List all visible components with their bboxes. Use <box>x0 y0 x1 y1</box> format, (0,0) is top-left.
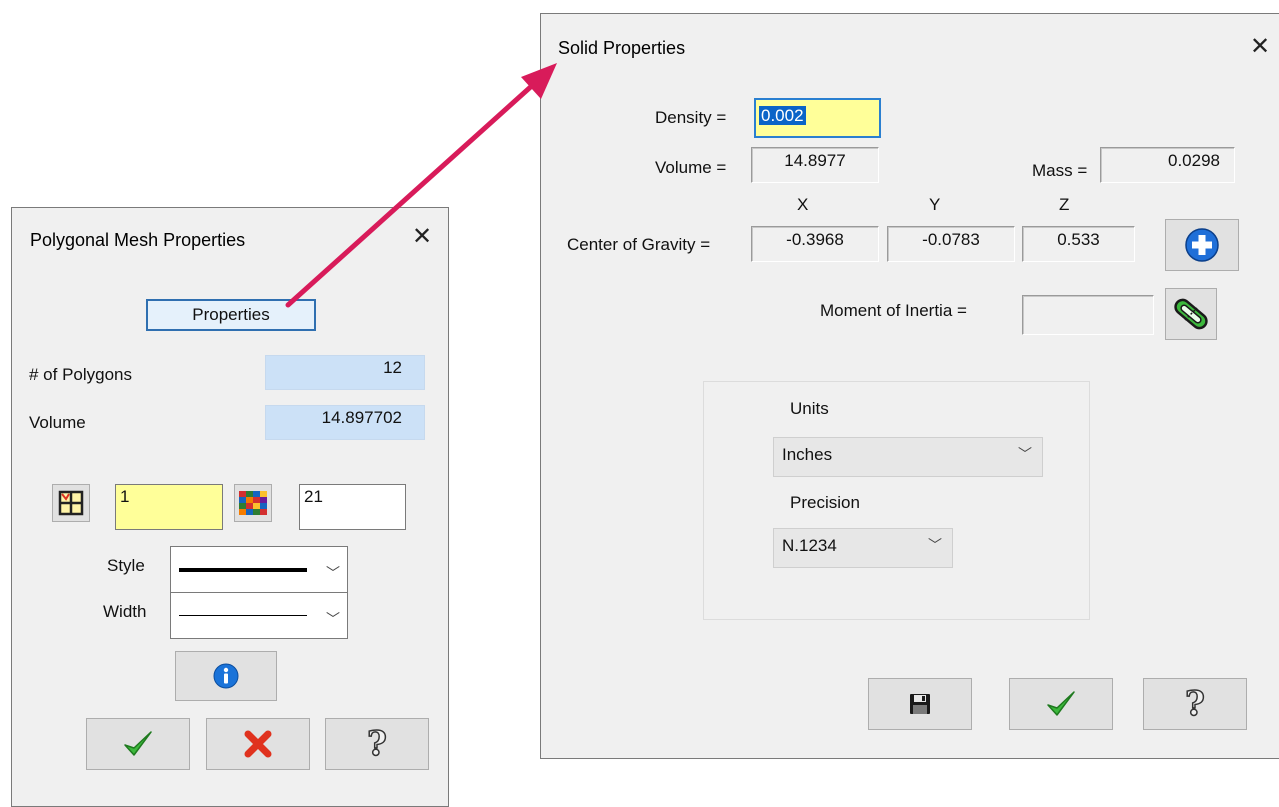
help-button[interactable]: ? <box>1143 678 1247 730</box>
dialog-title: Solid Properties <box>558 38 686 58</box>
info-button[interactable] <box>175 651 277 701</box>
density-value: 0.002 <box>759 106 806 125</box>
add-button[interactable] <box>1165 219 1239 271</box>
properties-button[interactable]: Properties <box>146 299 316 331</box>
units-label: Units <box>790 399 829 418</box>
width-select[interactable]: ﹀ <box>170 592 348 639</box>
cancel-button[interactable] <box>206 718 310 770</box>
red-x-icon <box>244 730 272 758</box>
solid-properties-dialog: Solid Properties ✕ Density = 0.002 Volum… <box>540 13 1279 759</box>
units-select-value: Inches <box>782 445 833 464</box>
moment-of-inertia-label: Moment of Inertia = <box>820 301 967 320</box>
thick-line-preview <box>179 568 307 572</box>
green-checkmark-icon <box>124 731 152 756</box>
properties-button-label: Properties <box>192 305 270 324</box>
precision-label: Precision <box>790 493 860 512</box>
moment-of-inertia-field <box>1022 295 1154 335</box>
blue-plus-icon <box>1185 228 1219 262</box>
cog-y-field: -0.0783 <box>887 226 1015 262</box>
cog-z-field: 0.533 <box>1022 226 1135 262</box>
ok-button[interactable] <box>1009 678 1113 730</box>
volume-field: 14.897702 <box>265 405 425 440</box>
density-label: Density = <box>655 108 727 127</box>
layer-grid-icon <box>58 490 84 516</box>
color-palette-icon <box>239 491 267 515</box>
dialog-title: Polygonal Mesh Properties <box>30 230 246 250</box>
close-icon[interactable]: ✕ <box>1250 35 1270 59</box>
volume-label: Volume = <box>655 158 727 177</box>
cog-x-field: -0.3968 <box>751 226 879 262</box>
axis-x-label: X <box>797 195 809 214</box>
chevron-down-icon: ﹀ <box>1018 446 1032 462</box>
chevron-down-icon: ﹀ <box>326 611 340 627</box>
polygonal-mesh-properties-dialog: Polygonal Mesh Properties ✕ Properties #… <box>11 207 449 807</box>
green-checkmark-icon <box>1047 691 1075 716</box>
precision-select-value: N.1234 <box>782 536 837 555</box>
style-select[interactable]: ﹀ <box>170 546 348 593</box>
question-mark-icon: ? <box>1184 683 1205 725</box>
green-link-icon <box>1174 298 1208 330</box>
inertia-button[interactable] <box>1165 288 1217 340</box>
polygons-label: # of Polygons <box>29 365 133 384</box>
axis-y-label: Y <box>929 195 941 214</box>
floppy-disk-icon <box>910 694 930 714</box>
layer-input[interactable]: 1 <box>115 484 223 530</box>
chevron-down-icon: ﹀ <box>326 565 340 581</box>
precision-select[interactable]: N.1234 ﹀ <box>773 528 953 568</box>
layer-button[interactable] <box>52 484 90 522</box>
units-select[interactable]: Inches ﹀ <box>773 437 1043 477</box>
save-button[interactable] <box>868 678 972 730</box>
ok-button[interactable] <box>86 718 190 770</box>
units-group <box>703 381 1090 620</box>
thin-line-preview <box>179 615 307 616</box>
volume-label: Volume <box>29 413 86 432</box>
volume-field: 14.8977 <box>751 147 879 183</box>
mass-label: Mass = <box>1032 161 1088 180</box>
mass-field: 0.0298 <box>1100 147 1235 183</box>
polygons-count-field: 12 <box>265 355 425 390</box>
center-of-gravity-label: Center of Gravity = <box>567 235 711 254</box>
info-icon <box>213 663 239 689</box>
density-input[interactable]: 0.002 <box>754 98 881 138</box>
color-button[interactable] <box>234 484 272 522</box>
chevron-down-icon: ﹀ <box>928 537 942 553</box>
question-mark-icon: ? <box>366 723 387 765</box>
axis-z-label: Z <box>1059 195 1070 214</box>
color-input[interactable]: 21 <box>299 484 406 530</box>
width-label: Width <box>103 602 147 621</box>
help-button[interactable]: ? <box>325 718 429 770</box>
style-label: Style <box>107 556 145 575</box>
close-icon[interactable]: ✕ <box>412 225 432 249</box>
